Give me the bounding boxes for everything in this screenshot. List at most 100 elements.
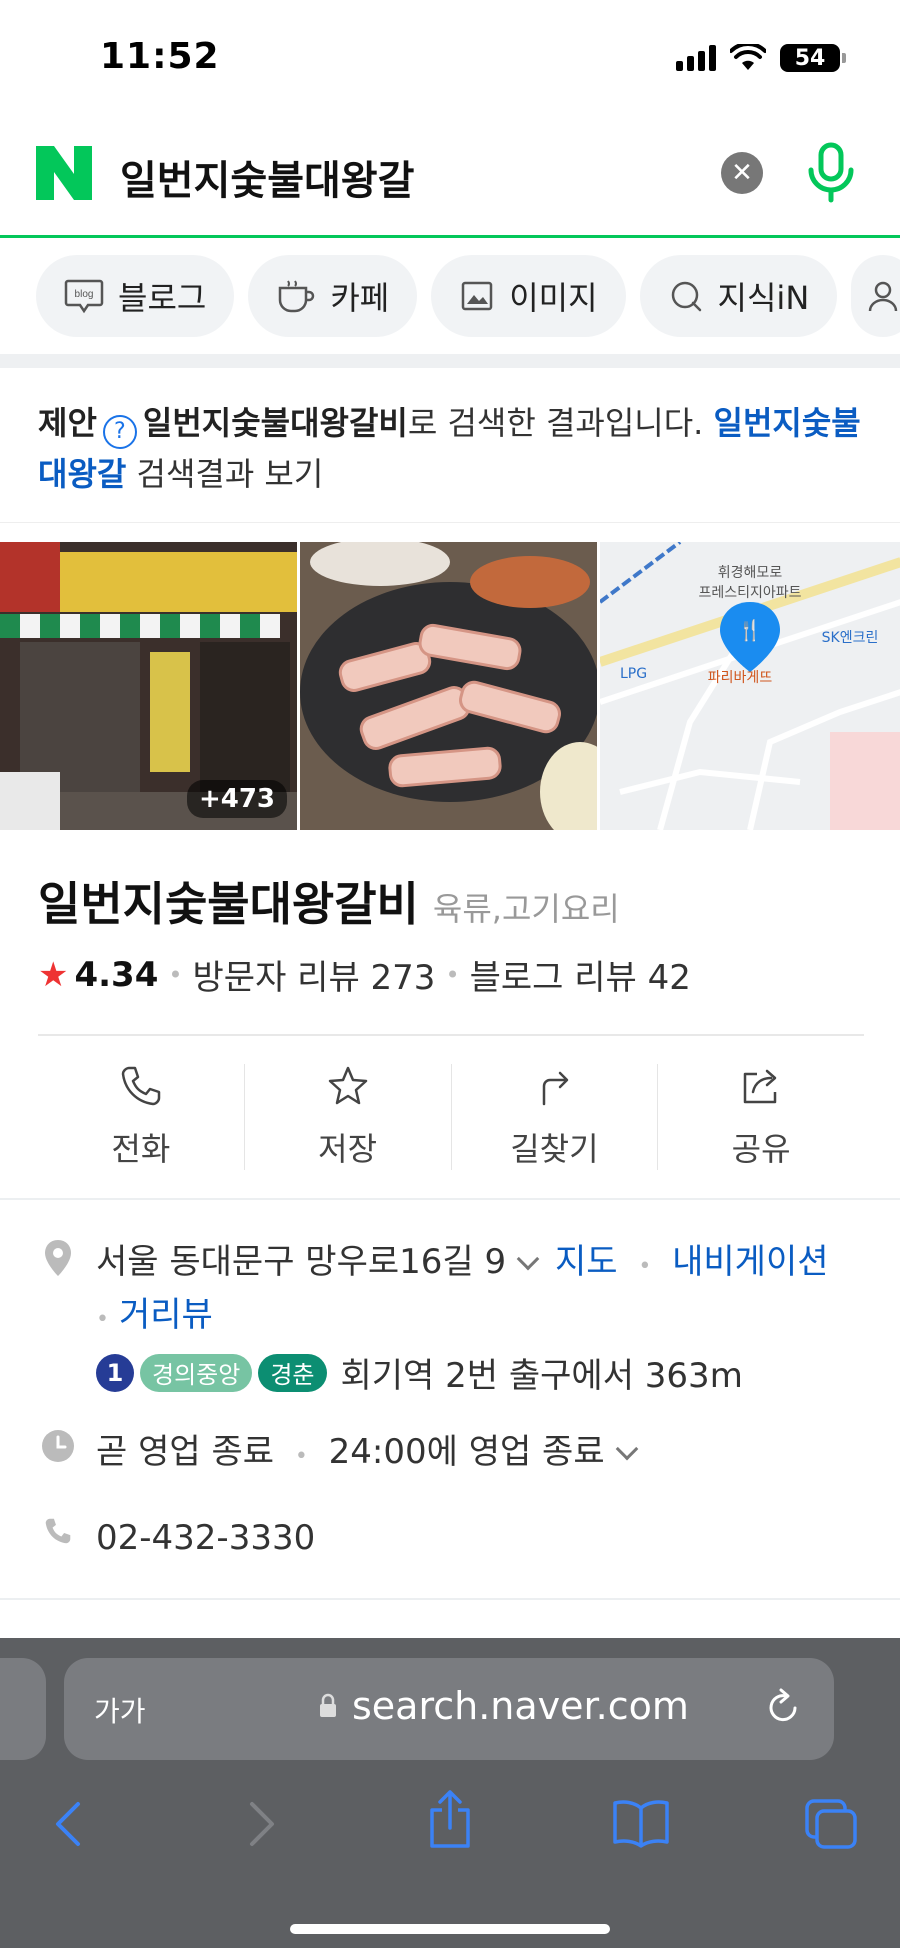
image-icon [461,281,493,311]
phone-icon [121,1066,161,1106]
visitor-reviews-link[interactable]: 방문자 리뷰 273 [193,950,436,999]
divider [38,1034,864,1036]
action-label: 공유 [731,1130,791,1168]
subway-line-1-badge: 1 [96,1353,134,1392]
map-label-bakery: 파리바게뜨 [708,670,773,686]
knowledge-search-icon [671,281,701,312]
street-view-link[interactable]: 거리뷰 [119,1295,213,1335]
chevron-down-icon[interactable] [516,1247,540,1271]
blog-icon: blog [64,279,104,314]
chip-label: 블로그 [118,279,207,317]
transit-text: 회기역 2번 출구에서 363m [340,1356,743,1396]
action-label: 저장 [318,1130,378,1168]
browser-toolbar: 가가 search.naver.com [0,1638,900,1948]
navigation-toolbar [0,1788,900,1878]
clock-icon [38,1428,78,1481]
suggestion-suffix-text: 검색결과 보기 [136,455,324,493]
map-link[interactable]: 지도 [555,1242,618,1282]
address-row: 서울 동대문구 망우로16길 9 지도 • 내비게이션 • 거리뷰 [38,1238,856,1344]
share-button[interactable]: 공유 [658,1064,864,1170]
lock-icon [320,1693,336,1717]
navigation-link[interactable]: 내비게이션 [672,1242,828,1282]
home-indicator [290,1924,610,1934]
chip-knowledge-in[interactable]: 지식iN [639,255,838,337]
chip-cafe[interactable]: 카페 [248,255,418,337]
directions-icon [543,1071,569,1106]
map-label-lpg: LPG [620,666,647,682]
share-sheet-icon[interactable] [426,1788,474,1850]
call-button[interactable]: 전화 [38,1064,245,1170]
address[interactable]: 서울 동대문구 망우로16길 9 [96,1242,506,1282]
reload-icon[interactable] [762,1686,804,1730]
place-name[interactable]: 일번지숯불대왕갈비 [38,868,419,934]
place-title: 일번지숯불대왕갈비 육류,고기요리 [38,868,620,934]
search-input[interactable]: 일번지숯불대왕갈 [120,148,414,206]
naver-logo-icon[interactable] [36,146,92,200]
share-icon [743,1069,777,1104]
chip-label: 이미지 [509,279,598,317]
grill-illustration [300,542,597,830]
rating-value: 4.34 [74,954,159,995]
action-label: 길찾기 [510,1130,599,1168]
divider [0,1598,900,1600]
food-photo[interactable] [300,542,597,830]
chip-more[interactable] [851,255,900,337]
url-text: search.naver.com [352,1684,689,1728]
address-text-block: 서울 동대문구 망우로16길 9 지도 • 내비게이션 • 거리뷰 [96,1242,829,1335]
back-icon[interactable] [50,1798,86,1850]
gyeongchun-line-badge: 경춘 [258,1353,327,1392]
chip-label: 지식iN [717,279,810,317]
phone-number[interactable]: 02-432-3330 [96,1514,856,1562]
voice-search-mic-icon[interactable] [804,142,858,204]
transit-info: 1 경의중앙 경춘 회기역 2번 출구에서 363m [96,1348,743,1397]
location-pin-icon [38,1238,78,1344]
hours-status: 곧 영업 종료 [96,1432,275,1472]
phone-small-icon [38,1514,78,1562]
search-header: 일번지숯불대왕갈 ✕ [0,118,900,238]
battery-icon: 54 [780,44,846,72]
signal-icon [676,45,716,71]
map-label-sk: SK엔크린 [822,630,879,646]
location-map-thumbnail[interactable]: 🍴 휘경해모로 프레스티지아파트 SK엔크린 LPG 파리바게뜨 [600,542,900,830]
chip-image[interactable]: 이미지 [431,255,626,337]
section-divider [0,354,900,368]
forward-icon[interactable] [244,1798,280,1850]
place-actions: 전화 저장 길찾기 공유 [38,1064,864,1170]
save-button[interactable]: 저장 [245,1064,452,1170]
directions-button[interactable]: 길찾기 [452,1064,659,1170]
chevron-down-icon[interactable] [615,1437,638,1461]
text-size-button[interactable]: 가가 [94,1690,146,1730]
status-icons: 54 [676,44,846,72]
storefront-photo[interactable]: +473 [0,542,297,830]
map-label-apartment: 휘경해모로 [718,565,783,581]
bookmarks-icon[interactable] [612,1798,670,1848]
hours-detail: 24:00에 영업 종료 [328,1432,605,1472]
tabs-icon[interactable] [804,1798,858,1850]
gyeongui-jungang-line-badge: 경의중앙 [140,1353,253,1392]
wifi-icon [730,44,766,70]
hours-row[interactable]: 곧 영업 종료 • 24:00에 영업 종료 [38,1428,856,1481]
svg-text:🍴: 🍴 [738,618,763,642]
spelling-suggestion: 제안? 일번지숯불대왕갈비로 검색한 결과입니다. 일번지숯불대왕갈 검색결과 보… [38,398,868,499]
rating-star-icon: ★ [38,954,69,995]
place-photos: +473 🍴 휘경해모로 프레스티지아파트 SK엔크린 LPG 파리바게뜨 [0,542,900,830]
category-chips: blog 블로그 카페 이미지 지식iN [36,255,900,337]
hours-text: 곧 영업 종료 • 24:00에 영업 종료 [96,1428,856,1481]
blog-reviews-link[interactable]: 블로그 리뷰 42 [470,950,691,999]
address-bar[interactable]: 가가 search.naver.com [64,1658,834,1760]
help-icon[interactable]: ? [102,415,137,449]
chip-blog[interactable]: blog 블로그 [36,255,235,337]
suggested-query: 일번지숯불대왕갈비 [142,404,408,442]
chip-label: 카페 [330,279,390,317]
photo-count-badge: +473 [186,780,287,818]
clear-search-button[interactable]: ✕ [721,152,763,194]
place-stats: ★ 4.34 • 방문자 리뷰 273 • 블로그 리뷰 42 [38,950,691,999]
svg-text:blog: blog [75,289,94,300]
suggestion-middle-text: 로 검색한 결과입니다. [407,404,704,442]
phone-row: 02-432-3330 [38,1514,856,1562]
place-category: 육류,고기요리 [432,890,620,928]
url-display[interactable]: search.naver.com [318,1684,689,1728]
action-label: 전화 [111,1130,171,1168]
person-icon [869,281,898,312]
previous-tab-peek[interactable] [0,1658,46,1760]
